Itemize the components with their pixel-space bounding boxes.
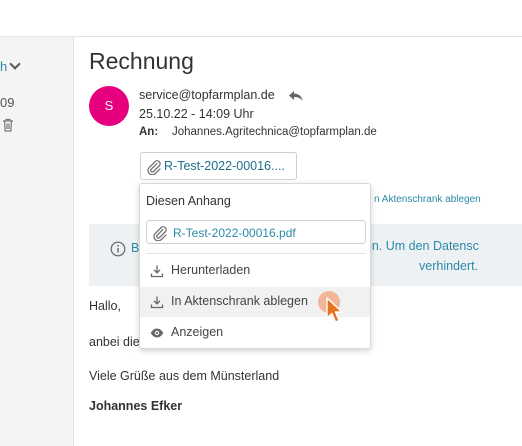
info-icon xyxy=(110,241,126,257)
email-date: 25.10.22 - 14:09 Uhr xyxy=(139,107,254,121)
eye-icon xyxy=(150,328,164,338)
mail-list-pane: h 09 xyxy=(0,37,74,446)
recipient-label: An: xyxy=(139,126,159,138)
menu-item-label: Anzeigen xyxy=(171,325,224,339)
paperclip-icon xyxy=(147,160,161,175)
attachment-menu-heading: Diesen Anhang xyxy=(146,194,231,208)
email-body-line: anbei die xyxy=(89,335,140,349)
attachment-filename: R-Test-2022-00016.pdf xyxy=(173,226,296,240)
top-bar xyxy=(0,0,522,37)
trash-icon[interactable] xyxy=(0,117,16,133)
mail-list-date: 09 xyxy=(0,95,15,110)
menu-divider xyxy=(146,253,366,254)
email-body-greeting: Hallo, xyxy=(89,299,121,313)
menu-item-label: In Aktenschrank ablegen xyxy=(171,294,308,308)
download-icon xyxy=(150,296,164,309)
attachment-button[interactable]: R-Test-2022-00016.... xyxy=(140,152,297,180)
chevron-down-icon xyxy=(9,58,21,70)
sort-label: h xyxy=(0,59,8,74)
recipient-address: Johannes.Agritechnica@topfarmplan.de xyxy=(172,126,377,138)
info-banner-text-line2: verhindert. xyxy=(419,259,479,273)
menu-item-label: Herunterladen xyxy=(171,263,251,277)
sort-dropdown[interactable]: h xyxy=(0,58,21,74)
sender-avatar: S xyxy=(89,86,129,126)
save-to-aktenschrank-link[interactable]: n Aktenschrank ablegen xyxy=(374,194,481,205)
download-icon xyxy=(150,265,164,278)
email-subject: Rechnung xyxy=(89,48,194,74)
reply-icon[interactable] xyxy=(288,90,304,102)
menu-item-download[interactable]: Herunterladen xyxy=(140,256,370,286)
paperclip-icon xyxy=(153,226,167,241)
attachment-file-chip[interactable]: R-Test-2022-00016.pdf xyxy=(146,220,366,244)
mouse-pointer-icon xyxy=(326,297,343,323)
email-body-signature: Johannes Efker xyxy=(89,399,183,413)
email-body-closing: Viele Grüße aus dem Münsterland xyxy=(89,369,280,383)
sender-address: service@topfarmplan.de xyxy=(139,88,275,102)
attachment-button-label: R-Test-2022-00016.... xyxy=(164,159,285,173)
